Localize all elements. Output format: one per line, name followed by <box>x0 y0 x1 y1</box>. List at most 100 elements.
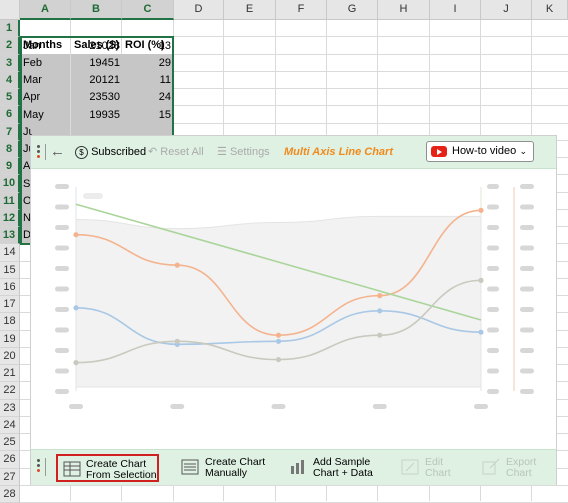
row-header-16[interactable]: 16 <box>0 278 20 296</box>
table-cell[interactable]: Jan <box>23 38 69 55</box>
row-header-25[interactable]: 25 <box>0 434 20 452</box>
table-cell[interactable]: 21028 <box>72 38 120 55</box>
column-header-I[interactable]: I <box>430 0 481 20</box>
x-axis-placeholder <box>69 404 83 409</box>
column-header-G[interactable]: G <box>327 0 378 20</box>
row-header-5[interactable]: 5 <box>0 89 20 107</box>
create-selection-label: Create Chart From Selection <box>86 459 157 481</box>
chart-title: Multi Axis Line Chart <box>284 146 393 158</box>
row-header-9[interactable]: 9 <box>0 158 20 176</box>
row-header-1[interactable]: 1 <box>0 20 20 38</box>
chart-addin-panel[interactable]: ← $ Subscribed ↶ Reset All ☰ Settings Mu… <box>30 135 557 485</box>
column-header-C[interactable]: C <box>122 0 174 20</box>
row-header-20[interactable]: 20 <box>0 347 20 365</box>
y-axis-placeholder-left <box>55 204 69 210</box>
y-axis-placeholder-right2 <box>520 204 534 210</box>
table-cell[interactable]: 29 <box>123 55 171 72</box>
create-chart-manually-button[interactable]: Create Chart Manually <box>181 454 271 482</box>
table-cell[interactable]: Apr <box>23 89 69 106</box>
howto-video-dropdown[interactable]: How-to video ⌄ <box>426 141 534 162</box>
row-header-11[interactable]: 11 <box>0 192 20 210</box>
row-header-13[interactable]: 13 <box>0 227 20 245</box>
table-cell[interactable]: 13 <box>123 38 171 55</box>
row-header-7[interactable]: 7 <box>0 123 20 141</box>
y-axis-placeholder-right1 <box>487 184 499 189</box>
row-header-14[interactable]: 14 <box>0 244 20 262</box>
column-header-E[interactable]: E <box>224 0 276 20</box>
chevron-down-icon: ⌄ <box>519 146 527 156</box>
add-sample-line2: Chart + Data <box>313 467 373 479</box>
row-header-27[interactable]: 27 <box>0 468 20 486</box>
column-header-F[interactable]: F <box>276 0 327 20</box>
row-header-24[interactable]: 24 <box>0 416 20 434</box>
bottom-drag-handle-icon[interactable] <box>37 459 41 474</box>
row-header-2[interactable]: 2 <box>0 37 20 55</box>
y-axis-placeholder-right1 <box>487 204 499 210</box>
reset-all-button[interactable]: ↶ Reset All <box>148 136 204 168</box>
row-header-3[interactable]: 3 <box>0 54 20 72</box>
series-point-1 <box>174 262 180 268</box>
column-header-B[interactable]: B <box>71 0 122 20</box>
row-header-12[interactable]: 12 <box>0 209 20 227</box>
row-header-8[interactable]: 8 <box>0 140 20 158</box>
series-point-4 <box>275 356 282 363</box>
export-chart-icon <box>482 458 500 475</box>
table-cell[interactable]: 20121 <box>72 72 120 89</box>
row-header-18[interactable]: 18 <box>0 313 20 331</box>
settings-button[interactable]: ☰ Settings <box>217 136 270 168</box>
column-header-J[interactable]: J <box>481 0 532 20</box>
row-header-28[interactable]: 28 <box>0 485 20 503</box>
column-header-K[interactable]: K <box>532 0 568 20</box>
row-header-15[interactable]: 15 <box>0 261 20 279</box>
addin-toolbar: ← $ Subscribed ↶ Reset All ☰ Settings Mu… <box>31 136 556 169</box>
select-all-corner[interactable] <box>0 0 20 20</box>
table-cell[interactable]: Feb <box>23 55 69 72</box>
y-axis-placeholder-right1 <box>487 348 499 353</box>
table-cell[interactable]: Mar <box>23 72 69 89</box>
table-cell[interactable]: 11 <box>123 72 171 89</box>
export-chart-button[interactable]: Export Chart <box>482 454 547 482</box>
edit-chart-button[interactable]: Edit Chart <box>401 454 461 482</box>
back-arrow-icon[interactable]: ← <box>50 136 65 168</box>
y-axis-placeholder-right2 <box>520 327 534 333</box>
table-cell[interactable]: 24 <box>123 89 171 106</box>
column-header-H[interactable]: H <box>378 0 430 20</box>
y-axis-placeholder-left <box>55 225 69 230</box>
export-chart-label: Export Chart <box>506 457 536 479</box>
x-axis-placeholder <box>372 404 387 409</box>
column-header-D[interactable]: D <box>174 0 224 20</box>
table-cell[interactable]: 15 <box>123 107 171 124</box>
series-point-4 <box>377 332 383 338</box>
row-header-6[interactable]: 6 <box>0 106 20 124</box>
dollar-circle-icon: $ <box>75 145 88 159</box>
column-header-A[interactable]: A <box>20 0 71 20</box>
add-sample-chart-button[interactable]: Add Sample Chart + Data <box>289 454 379 482</box>
table-cell[interactable]: 19451 <box>72 55 120 72</box>
y-axis-placeholder-right1 <box>487 389 499 394</box>
row-header-19[interactable]: 19 <box>0 330 20 348</box>
reset-all-label: Reset All <box>160 146 204 158</box>
y-axis-placeholder-right2 <box>520 368 534 374</box>
table-cell[interactable]: May <box>23 107 69 124</box>
row-header-4[interactable]: 4 <box>0 71 20 89</box>
x-axis-placeholder <box>170 404 185 409</box>
row-header-26[interactable]: 26 <box>0 451 20 469</box>
row-header-10[interactable]: 10 <box>0 175 20 193</box>
series-point-4 <box>73 360 79 366</box>
table-cell[interactable]: 23530 <box>72 89 120 106</box>
y-axis-placeholder-left <box>55 389 69 394</box>
series-point-1 <box>377 293 383 299</box>
subscribed-button[interactable]: $ Subscribed <box>75 136 146 168</box>
create-manual-line2: Manually <box>205 467 248 479</box>
create-chart-from-selection-button[interactable]: Create Chart From Selection <box>56 454 159 482</box>
row-header-17[interactable]: 17 <box>0 296 20 314</box>
y-axis-placeholder-left <box>55 286 69 292</box>
row-header-23[interactable]: 23 <box>0 399 20 417</box>
y-axis-placeholder-left <box>55 245 69 251</box>
legend-placeholder <box>83 193 103 199</box>
table-cell[interactable]: 19935 <box>72 107 120 124</box>
row-header-21[interactable]: 21 <box>0 365 20 383</box>
row-header-22[interactable]: 22 <box>0 382 20 400</box>
series-point-3 <box>73 305 79 311</box>
drag-handle-icon[interactable] <box>37 145 41 160</box>
